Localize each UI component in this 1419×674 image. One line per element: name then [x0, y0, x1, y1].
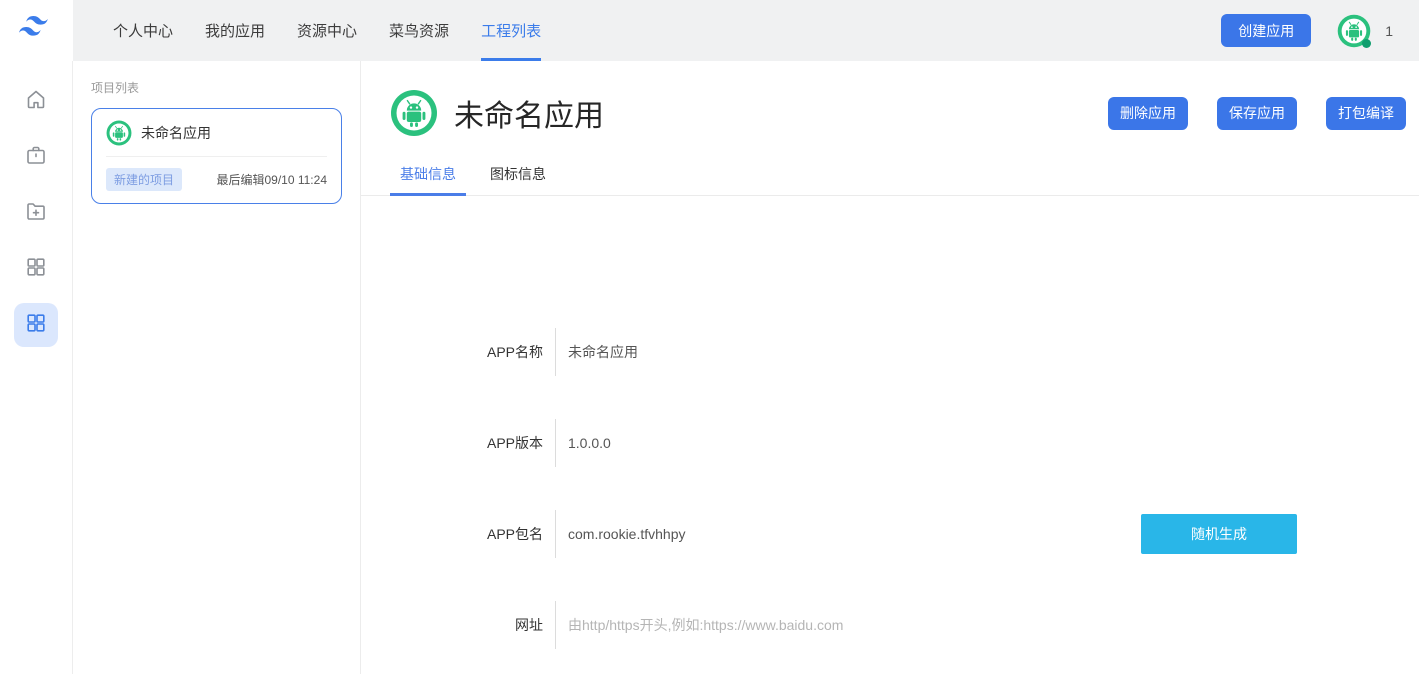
android-avatar-icon: [106, 120, 132, 146]
card-divider: [106, 156, 327, 157]
nav-item-project-list[interactable]: 工程列表: [481, 0, 542, 61]
sidebar-item-projects[interactable]: [14, 303, 58, 347]
field-separator: [555, 601, 556, 649]
grid-icon: [24, 311, 48, 340]
package-compile-button[interactable]: 打包编译: [1326, 96, 1406, 130]
main-header: 未命名应用 删除应用 保存应用 打包编译: [361, 61, 1419, 137]
page-title: 未命名应用: [454, 100, 604, 133]
nav-label: 资源中心: [297, 23, 358, 40]
app-package-label: APP包名: [486, 526, 543, 542]
status-dot: [1362, 38, 1372, 48]
create-app-button[interactable]: 创建应用: [1221, 14, 1312, 47]
app-identity: 未命名应用: [390, 89, 604, 137]
project-card-footer: 新建的项目 最后编辑09/10 11:24: [106, 168, 327, 191]
home-icon: [24, 87, 48, 116]
body: 项目列表 未命名应用 新建的项目 最后编辑09/10 11:24 未命名应用 删…: [0, 61, 1419, 674]
sidebar: [0, 61, 73, 674]
app-name-input[interactable]: [568, 344, 1419, 360]
top-navigation: 个人中心 我的应用 资源中心 菜鸟资源 工程列表: [73, 0, 542, 61]
topbar: 个人中心 我的应用 资源中心 菜鸟资源 工程列表 创建应用 1: [0, 0, 1419, 61]
form-row-app-name: APP名称: [361, 328, 1419, 376]
project-list-panel: 项目列表 未命名应用 新建的项目 最后编辑09/10 11:24: [73, 61, 361, 674]
field-separator: [555, 328, 556, 376]
app-version-label: APP版本: [486, 435, 543, 451]
folder-plus-icon: [24, 199, 48, 228]
project-status-badge: 新建的项目: [106, 168, 183, 191]
tab-basic-info[interactable]: 基础信息: [390, 154, 466, 196]
project-name: 未命名应用: [141, 125, 211, 141]
nav-label: 我的应用: [205, 23, 266, 40]
sidebar-item-new-project[interactable]: [14, 191, 58, 235]
delete-app-button[interactable]: 删除应用: [1108, 96, 1188, 130]
url-input[interactable]: [568, 617, 1419, 633]
field-separator: [555, 419, 556, 467]
app-package-input[interactable]: [568, 526, 1048, 542]
project-list-title: 项目列表: [91, 81, 140, 95]
nav-item-resource-center[interactable]: 资源中心: [297, 0, 357, 61]
sidebar-item-workspace[interactable]: [14, 135, 58, 179]
topbar-right: 创建应用 1: [1221, 0, 1419, 61]
nav-label: 菜鸟资源: [389, 23, 450, 40]
wave-logo-icon: [18, 16, 55, 45]
project-card[interactable]: 未命名应用 新建的项目 最后编辑09/10 11:24: [91, 108, 342, 204]
nav-label: 工程列表: [481, 23, 542, 40]
project-card-header: 未命名应用: [106, 120, 327, 146]
form-row-url: 网址: [361, 601, 1419, 649]
sidebar-item-home[interactable]: [14, 79, 58, 123]
form-row-app-version: APP版本: [361, 419, 1419, 467]
url-label: 网址: [515, 617, 543, 633]
field-separator: [555, 510, 556, 558]
nav-item-personal-center[interactable]: 个人中心: [113, 0, 173, 61]
random-generate-button[interactable]: 随机生成: [1141, 514, 1297, 554]
app-name-label: APP名称: [486, 344, 543, 360]
last-edited-time: 最后编辑09/10 11:24: [216, 173, 327, 187]
save-app-button[interactable]: 保存应用: [1217, 96, 1297, 130]
nav-item-rookie-resources[interactable]: 菜鸟资源: [389, 0, 449, 61]
header-actions: 删除应用 保存应用 打包编译: [1108, 96, 1406, 130]
main-content: 未命名应用 删除应用 保存应用 打包编译 基础信息 图标信息 APP名称 未命名…: [361, 61, 1419, 674]
form-row-app-package: APP包名 随机生成: [361, 510, 1419, 558]
tab-icon-info[interactable]: 图标信息: [480, 154, 556, 196]
tab-bar: 基础信息 图标信息: [361, 154, 1419, 196]
username: 1: [1385, 22, 1393, 39]
grid-icon: [24, 255, 48, 284]
android-avatar-icon: [390, 89, 438, 137]
page: 个人中心 我的应用 资源中心 菜鸟资源 工程列表 创建应用 1 项目列表 未命名…: [0, 0, 1419, 674]
basic-info-form: APP名称 APP版本 APP包名 随机生成 网址: [361, 328, 1419, 674]
sidebar-item-apps[interactable]: [14, 247, 58, 291]
app-version-input[interactable]: [568, 435, 1419, 451]
user-avatar[interactable]: [1337, 14, 1372, 48]
logo[interactable]: [0, 0, 73, 61]
briefcase-icon: [24, 143, 48, 172]
nav-label: 个人中心: [113, 23, 174, 40]
nav-item-my-apps[interactable]: 我的应用: [205, 0, 265, 61]
